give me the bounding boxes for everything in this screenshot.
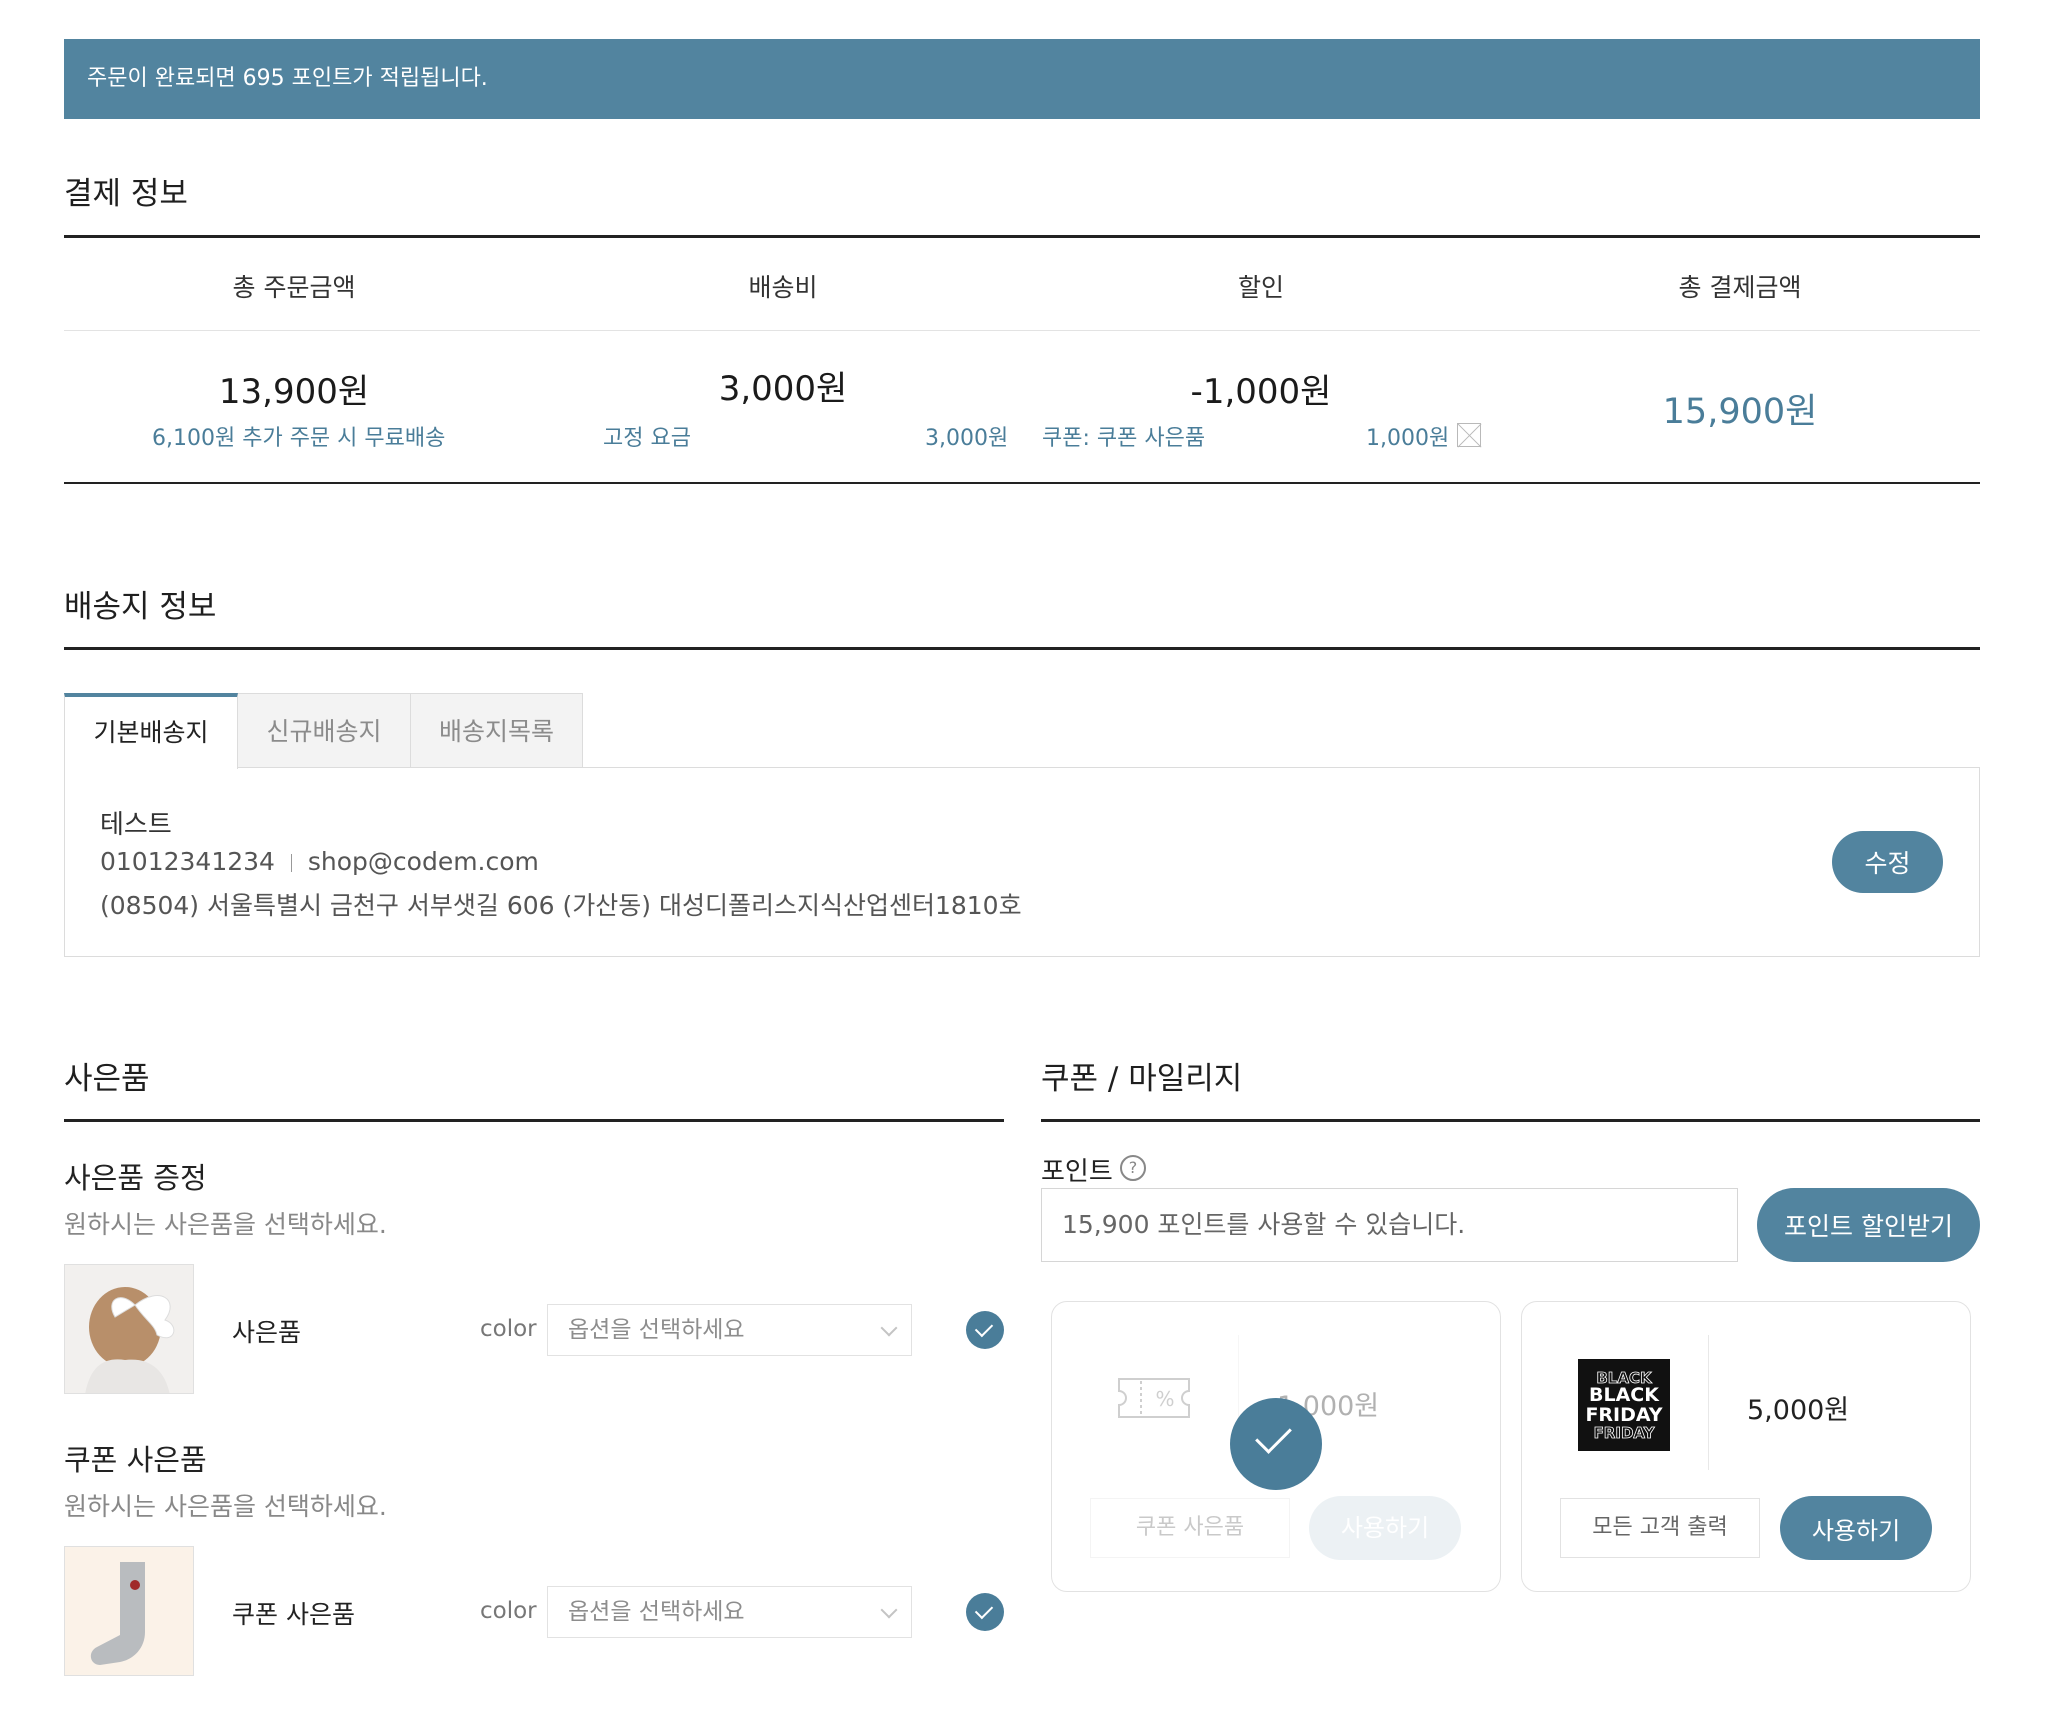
gift-selected-check-icon[interactable] [966, 1311, 1004, 1349]
coupon-gift-selected-check-icon[interactable] [966, 1593, 1004, 1631]
gifts-rule [64, 1119, 1004, 1122]
coupon-gift-option-label: color [480, 1598, 537, 1624]
svg-text:BLACK: BLACK [1589, 1384, 1660, 1406]
header-order-total: 총 주문금액 [232, 273, 356, 302]
coupons-title: 쿠폰 / 마일리지 [1041, 1061, 1243, 1097]
tab-address-list[interactable]: 배송지목록 [410, 693, 583, 768]
coupon-gift-option-placeholder: 옵션을 선택하세요 [568, 1599, 745, 1625]
contact-separator [290, 854, 292, 872]
svg-text:FRIDAY: FRIDAY [1585, 1404, 1662, 1426]
coupon-label: 쿠폰 사은품 [1090, 1498, 1290, 1558]
coupon-gift-group-hint: 원하시는 사은품을 선택하세요. [64, 1492, 387, 1521]
discount-sub-label: 쿠폰: 쿠폰 사은품 [1042, 426, 1206, 451]
checkout-page: 주문이 완료되면 695 포인트가 적립됩니다. 결제 정보 총 주문금액 배송… [0, 0, 2048, 1722]
payment-header-divider [64, 330, 1980, 331]
shipping-info-title: 배송지 정보 [64, 589, 217, 625]
header-final-total: 총 결제금액 [1678, 273, 1802, 302]
address-box: 테스트 01012341234 shop@codem.com (08504) 서… [64, 767, 1980, 957]
recipient-address: (08504) 서울특별시 금천구 서부샛길 606 (가산동) 대성디폴리스지… [100, 891, 1022, 920]
coupon-gift-option-select[interactable]: 옵션을 선택하세요 [547, 1586, 912, 1638]
payment-bottom-rule [64, 482, 1980, 484]
gift-option-label: color [480, 1316, 537, 1342]
svg-text:FRIDAY: FRIDAY [1594, 1424, 1656, 1442]
points-banner: 주문이 완료되면 695 포인트가 적립됩니다. [64, 39, 1980, 119]
tab-default-address[interactable]: 기본배송지 [64, 693, 238, 769]
svg-text:%: % [1155, 1387, 1174, 1411]
chevron-down-icon [880, 1601, 898, 1619]
free-shipping-hint: 6,100원 추가 주문 시 무료배송 [152, 426, 446, 451]
tab-new-address[interactable]: 신규배송지 [237, 693, 411, 768]
gift-option-placeholder: 옵션을 선택하세요 [568, 1317, 745, 1343]
gift-thumbnail [64, 1264, 194, 1394]
shipping-sub-label: 고정 요금 [603, 426, 691, 451]
shipping-sub-value: 3,000원 [925, 426, 1009, 451]
apply-points-button[interactable]: 포인트 할인받기 [1757, 1188, 1980, 1262]
shipping-value: 3,000원 [718, 369, 848, 409]
coupon-selected-check-icon[interactable] [1230, 1398, 1322, 1490]
gift-group-hint: 원하시는 사은품을 선택하세요. [64, 1210, 387, 1239]
final-total-value: 15,900원 [1662, 392, 1818, 432]
header-shipping: 배송비 [748, 273, 818, 302]
header-discount: 할인 [1237, 273, 1284, 302]
contact-line: 01012341234 shop@codem.com [100, 847, 539, 876]
discount-value: -1,000원 [1190, 372, 1332, 412]
gift-group-title: 사은품 증정 [64, 1161, 207, 1195]
coupon-gift-thumbnail [64, 1546, 194, 1676]
coupon-gift-group-title: 쿠폰 사은품 [64, 1443, 207, 1477]
recipient-name: 테스트 [100, 810, 172, 840]
edit-address-button[interactable]: 수정 [1832, 831, 1943, 893]
coupon-label: 모든 고객 출력 [1560, 1498, 1760, 1558]
coupon-use-button[interactable]: 사용하기 [1309, 1496, 1461, 1560]
gifts-title: 사은품 [64, 1061, 150, 1097]
gift-option-select[interactable]: 옵션을 선택하세요 [547, 1304, 912, 1356]
black-friday-image: BLACK BLACK FRIDAY FRIDAY [1578, 1359, 1670, 1451]
recipient-phone: 01012341234 [100, 847, 275, 876]
points-label: 포인트 [1041, 1157, 1113, 1187]
coupon-gift-item-name: 쿠폰 사은품 [232, 1600, 355, 1629]
points-input[interactable]: 15,900 포인트를 사용할 수 있습니다. [1041, 1188, 1738, 1262]
remove-discount-icon[interactable] [1457, 423, 1481, 447]
coupon-use-button[interactable]: 사용하기 [1780, 1496, 1932, 1560]
payment-top-rule [64, 235, 1980, 238]
order-total-value: 13,900원 [218, 372, 370, 412]
coupon-card-divider [1708, 1335, 1709, 1470]
coupon-percent-icon: % [1118, 1378, 1190, 1418]
chevron-down-icon [880, 1319, 898, 1337]
gift-item-name: 사은품 [232, 1318, 302, 1347]
shipping-top-rule [64, 647, 1980, 650]
payment-info-title: 결제 정보 [64, 176, 188, 212]
recipient-email: shop@codem.com [307, 847, 539, 876]
coupons-rule [1041, 1119, 1980, 1122]
help-icon[interactable]: ? [1120, 1155, 1146, 1181]
coupon-amount: 5,000원 [1747, 1395, 1850, 1426]
discount-sub-value: 1,000원 [1366, 426, 1450, 451]
